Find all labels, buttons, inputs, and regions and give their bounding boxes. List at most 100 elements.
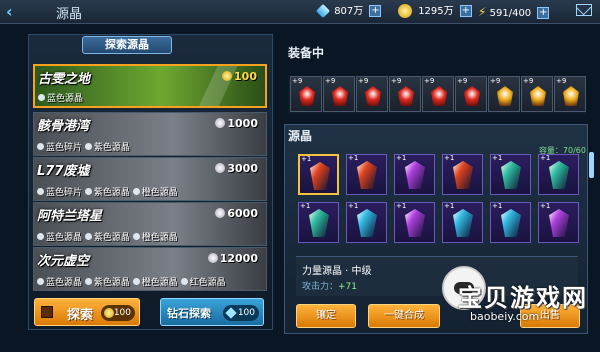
equipped-slot[interactable]: +9 <box>356 76 388 112</box>
gem-icon <box>497 86 513 106</box>
top-bar: ‹ 源晶 807万 + 1295万 + ⚡ 591/400 + <box>0 0 600 24</box>
add-energy-button[interactable]: + <box>537 7 550 19</box>
slot-level: +9 <box>490 77 501 85</box>
area-3[interactable]: 阿特兰塔星 6000 蓝色源晶 紫色源晶 橙色源晶 <box>33 202 267 246</box>
slot-level: +1 <box>492 202 503 210</box>
diamond-icon <box>225 307 237 319</box>
drop-icon <box>132 188 140 195</box>
area-0[interactable]: 古雯之地 100 蓝色源晶 <box>33 64 267 108</box>
slot-level: +9 <box>523 77 534 85</box>
page-title: 源晶 <box>56 7 83 22</box>
drop-icon <box>38 94 45 101</box>
area-drops: 蓝色碎片 紫色源晶 <box>37 140 130 153</box>
crystal-icon <box>549 209 569 237</box>
area-name: 阿特兰塔星 <box>37 209 103 224</box>
equip-button[interactable]: 镶定 <box>296 304 356 328</box>
slot-level: +1 <box>540 154 551 162</box>
equipped-slot[interactable]: +9 <box>521 76 553 112</box>
equipped-slot[interactable]: +9 <box>554 76 586 112</box>
crystal-slot[interactable]: +1 <box>538 202 579 243</box>
gem-icon <box>398 86 414 106</box>
drop-icon <box>37 278 44 285</box>
area-cost: 1000 <box>215 117 258 130</box>
area-drops: 蓝色碎片 紫色源晶 橙色源晶 <box>37 185 178 198</box>
equipped-slot[interactable]: +9 <box>389 76 421 112</box>
diamond-explore-button[interactable]: 钻石探索 100 <box>160 298 264 326</box>
slot-level: +1 <box>444 154 455 162</box>
back-arrow-icon[interactable]: ‹ <box>6 3 28 21</box>
explore-cost: 100 <box>101 305 135 321</box>
crystal-name: 力量源晶 · 中级 <box>302 266 372 277</box>
crystal-slot[interactable]: +1 <box>442 202 483 243</box>
area-drops: 蓝色源晶 紫色源晶 橙色源晶 红色源晶 <box>37 275 226 288</box>
add-diamond-button[interactable]: + <box>369 5 382 17</box>
equipped-slot[interactable]: +9 <box>455 76 487 112</box>
checkbox[interactable] <box>41 306 53 318</box>
gem-icon <box>464 86 480 106</box>
slot-level: +1 <box>492 154 503 162</box>
equipped-title: 装备中 <box>288 46 325 60</box>
crystal-icon <box>501 161 521 189</box>
drop-icon <box>37 188 44 195</box>
coin-icon <box>222 71 233 81</box>
merge-all-button[interactable]: 一键合成 <box>368 304 440 328</box>
add-gold-button[interactable]: + <box>459 5 472 17</box>
crystal-slot[interactable]: +1 <box>298 202 339 243</box>
watermark-text: 宝贝游戏网 <box>458 284 588 312</box>
gem-icon <box>431 86 447 106</box>
diamond-counter: 807万 + <box>315 3 382 21</box>
crystal-slot[interactable]: +1 <box>538 154 579 195</box>
drop-icon <box>84 233 92 240</box>
area-cost: 100 <box>222 70 257 83</box>
crystal-icon <box>453 209 473 237</box>
area-2[interactable]: L77废墟 3000 蓝色碎片 紫色源晶 橙色源晶 <box>33 157 267 201</box>
area-name: L77废墟 <box>37 164 90 179</box>
area-cost: 6000 <box>215 207 258 220</box>
area-drops: 蓝色源晶 <box>38 91 83 104</box>
explore-button[interactable]: 探索 100 <box>34 298 140 326</box>
slot-level: +1 <box>348 154 359 162</box>
crystal-slot[interactable]: +1 <box>346 154 387 195</box>
crystal-icon <box>309 209 329 237</box>
explore-header: 探索源晶 <box>82 36 172 54</box>
area-cost: 12000 <box>207 252 258 265</box>
gem-icon <box>332 86 348 106</box>
equipped-slot[interactable]: +9 <box>290 76 322 112</box>
drop-icon <box>180 278 188 285</box>
equipped-row: +9 +9 +9 +9 +9 +9 +9 +9 +9 <box>288 76 586 114</box>
area-4[interactable]: 次元虚空 12000 蓝色源晶 紫色源晶 橙色源晶 红色源晶 <box>33 247 267 291</box>
slot-level: +1 <box>348 202 359 210</box>
area-cost: 3000 <box>215 162 258 175</box>
coin-icon <box>207 253 218 263</box>
gem-icon <box>530 86 546 106</box>
drop-icon <box>132 233 140 240</box>
equipped-slot[interactable]: +9 <box>488 76 520 112</box>
crystal-icon <box>357 161 377 189</box>
mail-icon[interactable] <box>576 4 592 16</box>
crystal-slot[interactable]: +1 <box>490 202 531 243</box>
crystal-icon <box>405 209 425 237</box>
crystal-icon <box>453 161 473 189</box>
area-name: 次元虚空 <box>37 254 90 269</box>
scrollbar[interactable] <box>589 152 594 178</box>
gold-coin-icon <box>398 4 412 18</box>
area-1[interactable]: 骸骨港湾 1000 蓝色碎片 紫色源晶 <box>33 112 267 156</box>
slot-level: +9 <box>325 77 336 85</box>
watermark: 宝贝游戏网 baobeiy.com <box>438 266 588 332</box>
crystal-title: 源晶 <box>288 129 313 143</box>
crystal-slot[interactable]: +1 <box>442 154 483 195</box>
slot-level: +1 <box>301 155 312 163</box>
crystal-slot[interactable]: +1 <box>394 154 435 195</box>
crystal-slot[interactable]: +1 <box>394 202 435 243</box>
gem-icon <box>299 86 315 106</box>
equipped-slot[interactable]: +9 <box>323 76 355 112</box>
lightning-icon: ⚡ <box>478 5 487 19</box>
diamond-explore-cost: 100 <box>223 305 259 321</box>
crystal-icon <box>549 161 569 189</box>
crystal-slot[interactable]: +1 <box>346 202 387 243</box>
crystal-slot[interactable]: +1 <box>298 154 339 195</box>
slot-level: +1 <box>444 202 455 210</box>
crystal-slot[interactable]: +1 <box>490 154 531 195</box>
drop-icon <box>132 278 140 285</box>
equipped-slot[interactable]: +9 <box>422 76 454 112</box>
